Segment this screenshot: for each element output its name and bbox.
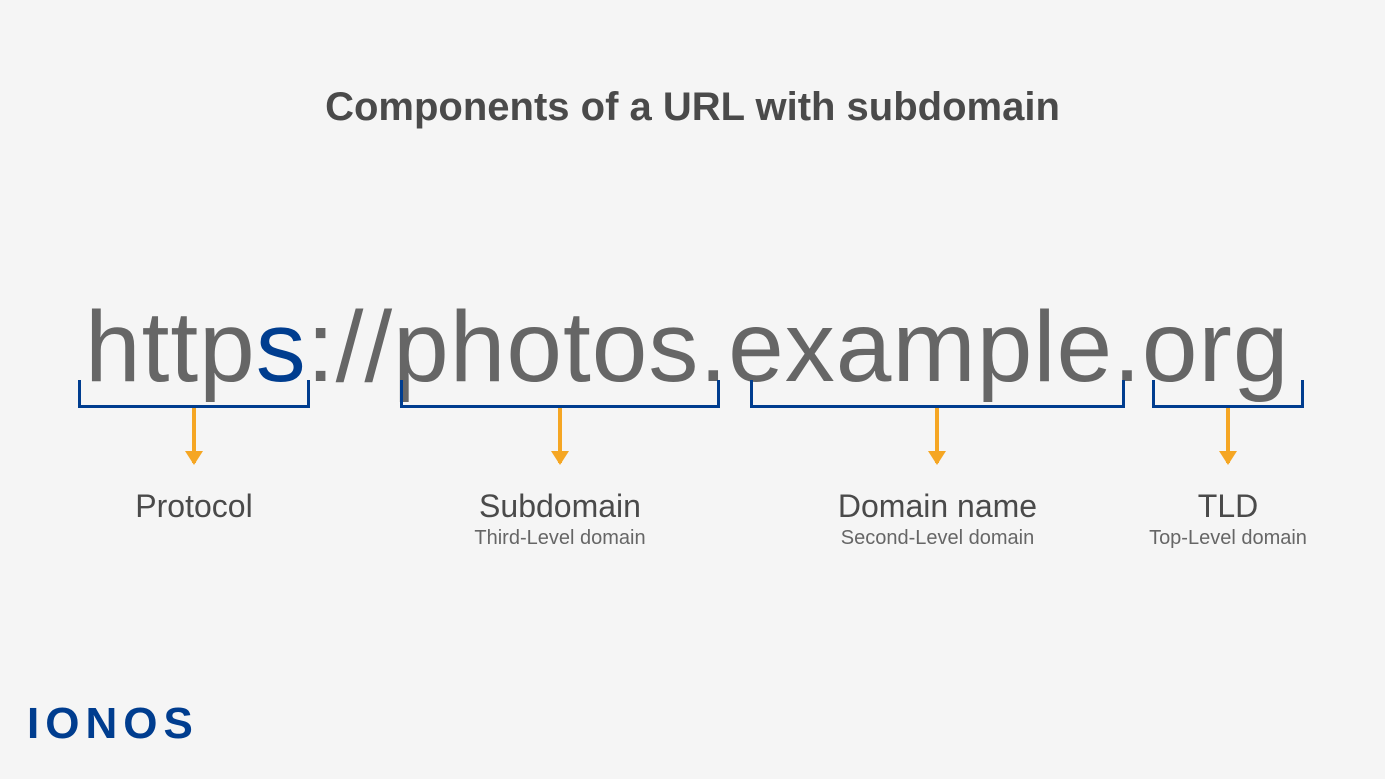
brand-logo: IONOS: [27, 699, 199, 749]
label-protocol: Protocol: [78, 488, 310, 525]
bracket-domain: [750, 380, 1125, 408]
arrow-tld: [1226, 408, 1230, 463]
arrow-domain: [935, 408, 939, 463]
arrow-protocol: [192, 408, 196, 463]
bracket-protocol: [78, 380, 310, 408]
bracket-subdomain: [400, 380, 720, 408]
sublabel-tld: Top-Level domain: [1120, 527, 1336, 550]
label-subdomain: Subdomain: [400, 488, 720, 525]
label-tld: TLD: [1152, 488, 1304, 525]
label-domain: Domain name: [750, 488, 1125, 525]
sublabel-subdomain: Third-Level domain: [400, 527, 720, 550]
arrow-subdomain: [558, 408, 562, 463]
sublabel-domain: Second-Level domain: [750, 527, 1125, 550]
diagram-title: Components of a URL with subdomain: [0, 85, 1385, 130]
bracket-tld: [1152, 380, 1304, 408]
